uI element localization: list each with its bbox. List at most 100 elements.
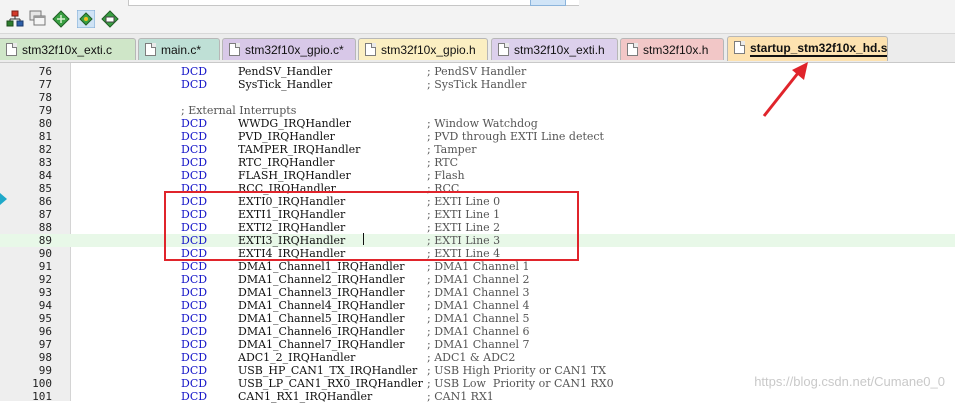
code-comment: ; Flash [427, 169, 465, 182]
code-line[interactable]: 92 DCD DMA1_Channel2_IRQHandler ; DMA1 Chan… [0, 273, 955, 286]
code-symbol: FLASH_IRQHandler [238, 169, 351, 182]
green-diamond-icon[interactable] [52, 10, 70, 28]
code-symbol: RTC_IRQHandler [238, 156, 335, 169]
line-number: 90 [38, 247, 52, 260]
code-keyword: DCD [181, 156, 208, 169]
code-symbol: USB_HP_CAN1_TX_IRQHandler [238, 364, 418, 377]
toolbar [0, 0, 955, 34]
tab-label: startup_stm32f10x_hd.s [750, 41, 888, 57]
line-number: 101 [32, 390, 52, 403]
code-symbol: TAMPER_IRQHandler [238, 143, 361, 156]
code-keyword: DCD [181, 325, 208, 338]
code-line[interactable]: 98 DCD ADC1_2_IRQHandler ; ADC1 & ADC2 [0, 351, 955, 364]
hierarchy-icon[interactable] [6, 10, 24, 28]
tab-stm32f10x-h[interactable]: stm32f10x.h [620, 38, 724, 60]
code-symbol: PVD_IRQHandler [238, 130, 335, 143]
tab-label: stm32f10x_gpio.h [381, 43, 476, 57]
code-symbol: DMA1_Channel1_IRQHandler [238, 260, 405, 273]
code-comment: ; DMA1 Channel 7 [427, 338, 530, 351]
code-symbol: PendSV_Handler [238, 65, 333, 78]
code-comment: ; External Interrupts [181, 104, 297, 117]
watermark: https://blog.csdn.net/Cumane0_0 [754, 374, 945, 389]
code-comment: ; USB Low Priority or CAN1 RX0 [427, 377, 614, 390]
line-number: 97 [38, 338, 52, 351]
code-line[interactable]: 83 DCD RTC_IRQHandler ; RTC [0, 156, 955, 169]
code-symbol: SysTick_Handler [238, 78, 333, 91]
code-line[interactable]: 82 DCD TAMPER_IRQHandler ; Tamper [0, 143, 955, 156]
line-number: 87 [38, 208, 52, 221]
code-comment: ; USB High Priority or CAN1 TX [427, 364, 607, 377]
window-stack-icon[interactable] [29, 10, 47, 28]
code-keyword: DCD [181, 117, 208, 130]
code-comment: ; Window Watchdog [427, 117, 538, 130]
code-keyword: DCD [181, 169, 208, 182]
line-number: 79 [38, 104, 52, 117]
code-symbol: CAN1_RX1_IRQHandler [238, 390, 373, 403]
code-comment: ; DMA1 Channel 3 [427, 286, 530, 299]
file-icon [6, 43, 17, 56]
code-symbol: WWDG_IRQHandler [238, 117, 351, 130]
code-line[interactable]: 95 DCD DMA1_Channel5_IRQHandler ; DMA1 Chan… [0, 312, 955, 325]
code-keyword: DCD [181, 273, 208, 286]
code-symbol: USB_LP_CAN1_RX0_IRQHandler [238, 377, 423, 390]
code-line[interactable]: 84 DCD FLASH_IRQHandler ; Flash [0, 169, 955, 182]
file-icon [145, 43, 156, 56]
line-number: 80 [38, 117, 52, 130]
code-comment: ; PendSV Handler [427, 65, 527, 78]
code-keyword: DCD [181, 65, 208, 78]
tab-stm32f10x-exti-c[interactable]: stm32f10x_exti.c [0, 38, 136, 60]
code-line[interactable]: 94 DCD DMA1_Channel4_IRQHandler ; DMA1 Chan… [0, 299, 955, 312]
code-keyword: DCD [181, 299, 208, 312]
line-number: 77 [38, 78, 52, 91]
tab-main-c[interactable]: main.c* [138, 38, 220, 60]
line-number: 83 [38, 156, 52, 169]
tab-stm32f10x-exti-h[interactable]: stm32f10x_exti.h [491, 38, 618, 60]
code-line[interactable]: 81 DCD PVD_IRQHandler ; PVD through EXTI Li… [0, 130, 955, 143]
target-diamond-icon[interactable] [101, 10, 119, 28]
toolbar-dropdown-strip[interactable] [128, 0, 579, 6]
code-symbol: DMA1_Channel7_IRQHandler [238, 338, 405, 351]
toolbar-highlight-box[interactable] [530, 0, 566, 6]
line-number: 81 [38, 130, 52, 143]
code-keyword: DCD [181, 377, 208, 390]
code-keyword: DCD [181, 78, 208, 91]
line-number: 85 [38, 182, 52, 195]
annotation-highlight-box [164, 191, 579, 261]
code-symbol: DMA1_Channel3_IRQHandler [238, 286, 405, 299]
line-number: 76 [38, 65, 52, 78]
code-comment: ; DMA1 Channel 5 [427, 312, 530, 325]
code-line[interactable]: 93 DCD DMA1_Channel3_IRQHandler ; DMA1 Chan… [0, 286, 955, 299]
tab-label: stm32f10x.h [643, 43, 709, 57]
line-number: 96 [38, 325, 52, 338]
file-icon [498, 43, 509, 56]
line-number: 91 [38, 260, 52, 273]
line-number: 88 [38, 221, 52, 234]
file-icon [365, 43, 376, 56]
code-keyword: DCD [181, 143, 208, 156]
file-icon [229, 43, 240, 56]
line-number: 93 [38, 286, 52, 299]
eye-diamond-icon[interactable] [77, 10, 95, 28]
tab-label: stm32f10x_exti.h [514, 43, 605, 57]
line-number: 94 [38, 299, 52, 312]
code-line[interactable]: 97 DCD DMA1_Channel7_IRQHandler ; DMA1 Chan… [0, 338, 955, 351]
code-comment: ; Tamper [427, 143, 477, 156]
code-line[interactable]: 101 DCD CAN1_RX1_IRQHandler ; CAN1 RX1 [0, 390, 955, 403]
code-comment: ; RTC [427, 156, 459, 169]
tab-startup-stm32f10x-hd-s[interactable]: startup_stm32f10x_hd.s [727, 36, 888, 61]
file-icon [627, 43, 638, 56]
code-comment: ; DMA1 Channel 4 [427, 299, 530, 312]
code-line[interactable]: 96 DCD DMA1_Channel6_IRQHandler ; DMA1 Chan… [0, 325, 955, 338]
tab-stm32f10x-gpio-c[interactable]: stm32f10x_gpio.c* [222, 38, 356, 60]
code-symbol: DMA1_Channel4_IRQHandler [238, 299, 405, 312]
code-keyword: DCD [181, 286, 208, 299]
code-keyword: DCD [181, 364, 208, 377]
tab-stm32f10x-gpio-h[interactable]: stm32f10x_gpio.h [358, 38, 488, 60]
code-line[interactable]: 91 DCD DMA1_Channel1_IRQHandler ; DMA1 Chan… [0, 260, 955, 273]
code-keyword: DCD [181, 130, 208, 143]
code-keyword: DCD [181, 312, 208, 325]
line-number: 100 [32, 377, 52, 390]
code-symbol: ADC1_2_IRQHandler [238, 351, 356, 364]
tab-label: stm32f10x_exti.c [22, 43, 113, 57]
line-number: 89 [38, 234, 52, 247]
